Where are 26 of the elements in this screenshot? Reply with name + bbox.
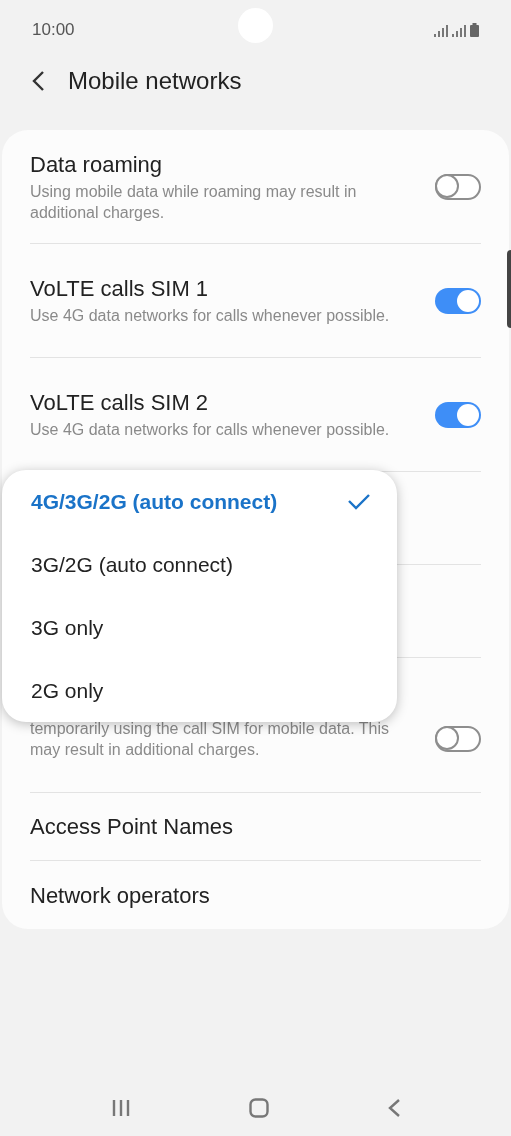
signal-icon xyxy=(434,25,448,37)
setting-title: Data roaming xyxy=(30,150,164,179)
settings-item[interactable]: Network operators xyxy=(30,861,481,929)
menu-option[interactable]: 3G only xyxy=(2,596,397,659)
toggle-switch[interactable] xyxy=(435,287,481,314)
setting-description: Use 4G data networks for calls whenever possible. xyxy=(30,306,391,326)
menu-option[interactable]: 4G/3G/2G (auto connect) xyxy=(2,470,397,533)
setting-description: Using mobile data while roaming may result in additional charges. xyxy=(30,181,358,223)
battery-icon xyxy=(470,23,479,37)
page-title: Mobile networks xyxy=(68,66,242,96)
back-icon[interactable] xyxy=(30,70,46,92)
home-icon[interactable] xyxy=(248,1098,269,1118)
menu-option[interactable]: 3G/2G (auto connect) xyxy=(2,533,397,596)
setting-description: temporarily using the call SIM for mobile data. This may result in additional charges. xyxy=(30,719,390,760)
setting-title: VoLTE calls SIM 2 xyxy=(30,389,210,417)
status-time: 10:00 xyxy=(32,19,75,42)
settings-item[interactable]: Access Point Names xyxy=(30,793,481,861)
setting-title: VoLTE calls SIM 1 xyxy=(30,275,210,303)
toggle-switch[interactable] xyxy=(435,401,481,428)
check-icon xyxy=(347,492,371,511)
toggle-switch[interactable] xyxy=(435,726,481,752)
signal-icon xyxy=(452,25,466,37)
setting-description: Use 4G data networks for calls whenever possible. xyxy=(30,420,391,440)
menu-option[interactable]: 2G only xyxy=(2,659,397,722)
recent-apps-icon[interactable] xyxy=(110,1099,131,1117)
toggle-switch[interactable] xyxy=(435,173,481,200)
